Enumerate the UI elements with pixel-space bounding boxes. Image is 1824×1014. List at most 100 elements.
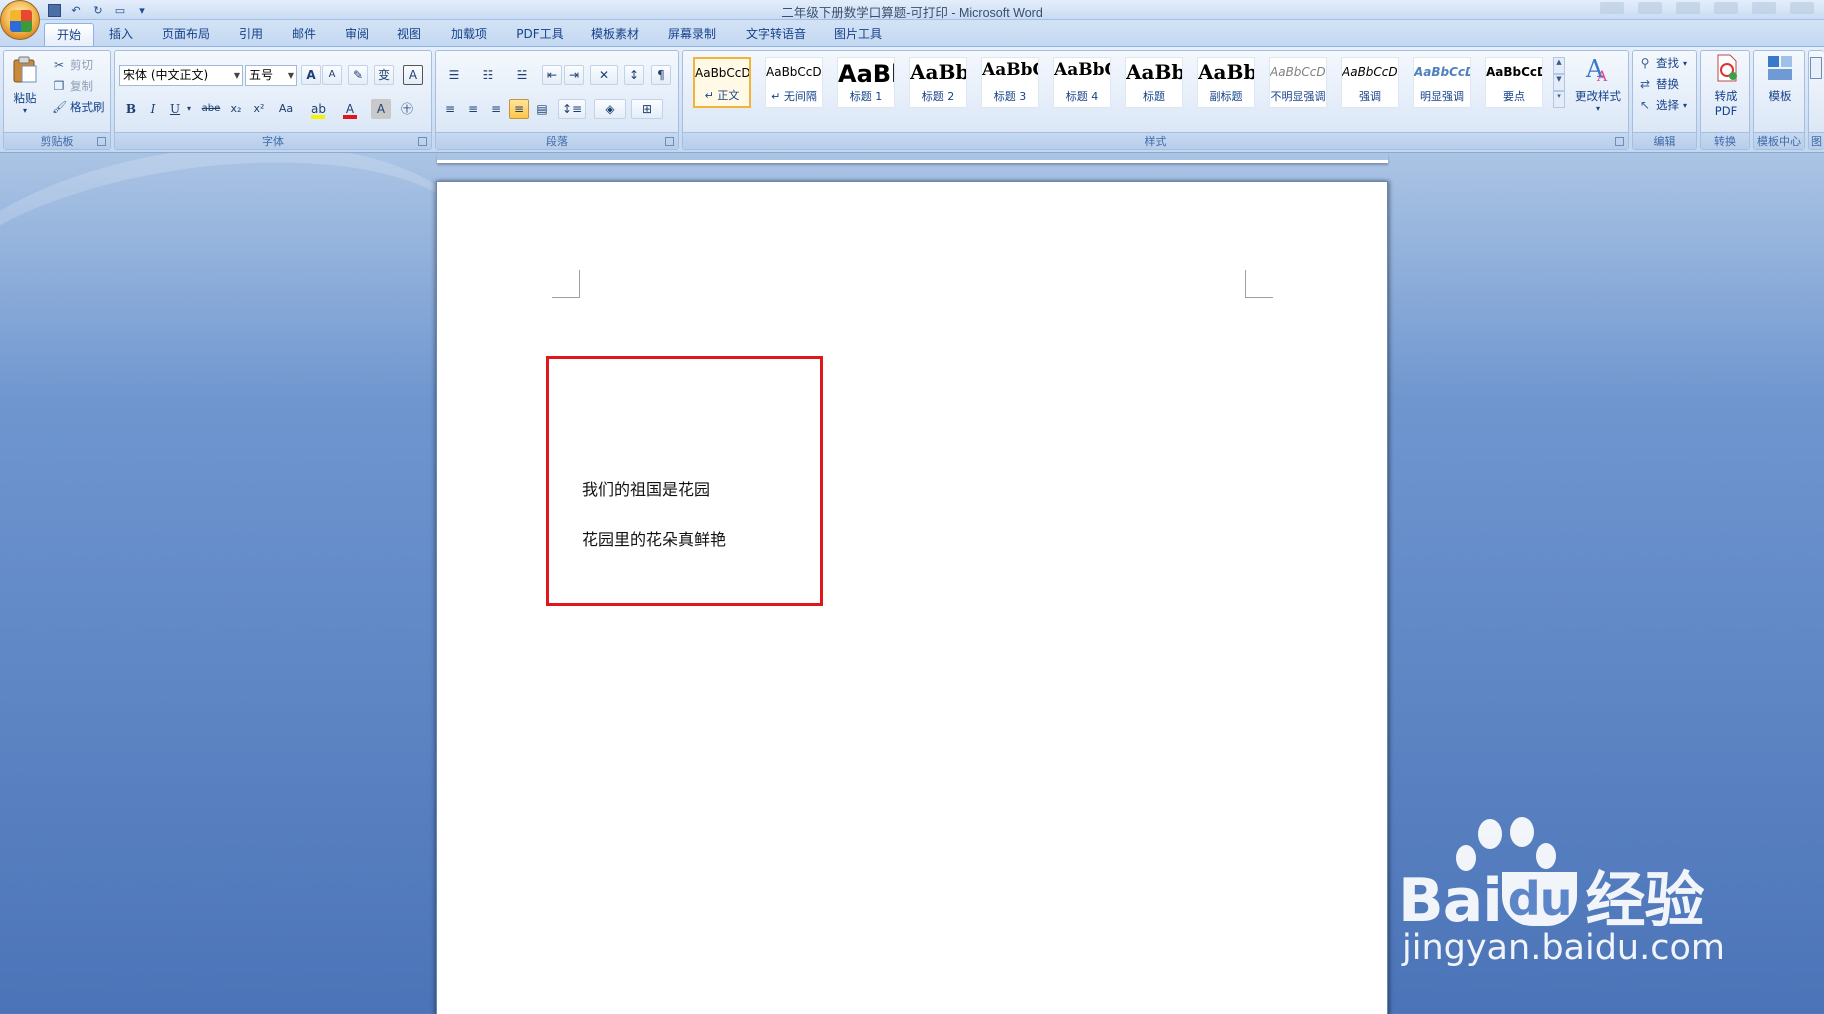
show-marks-button[interactable]: ¶ xyxy=(651,65,671,85)
chevron-down-icon[interactable]: ▾ xyxy=(1683,101,1687,110)
style-tile[interactable]: AaBbCc 标题 3 xyxy=(981,57,1039,108)
change-styles-button[interactable]: A A 更改样式 ▾ xyxy=(1569,53,1627,113)
document-line[interactable]: 我们的祖国是花园 xyxy=(582,476,710,500)
style-tile[interactable]: AaBbC 标题 2 xyxy=(909,57,967,108)
template-button[interactable]: 模板 xyxy=(1758,53,1802,104)
line-spacing-button[interactable]: ↕≡ xyxy=(558,99,586,119)
style-tile[interactable]: AaBbCcDd 明显强调 xyxy=(1413,57,1471,108)
replace-button[interactable]: ⇄ 替换 xyxy=(1638,76,1679,92)
gallery-up-icon[interactable]: ▲ xyxy=(1553,57,1565,74)
paste-dropdown-icon[interactable]: ▾ xyxy=(8,106,42,115)
ribbon-option-icon[interactable] xyxy=(1638,2,1662,14)
justify-button[interactable]: ≡ xyxy=(509,99,529,119)
style-tile[interactable]: AaBb 标题 1 xyxy=(837,57,895,108)
char-border-button[interactable]: A xyxy=(403,65,423,85)
align-left-button[interactable]: ≡ xyxy=(440,99,460,119)
maximize-icon[interactable] xyxy=(1790,2,1814,14)
phonetic-guide-button[interactable]: 变 xyxy=(374,65,394,85)
strikethrough-button[interactable]: abe xyxy=(199,99,223,119)
tab-review[interactable]: 审阅 xyxy=(336,23,378,45)
tab-text-to-speech[interactable]: 文字转语音 xyxy=(736,23,816,45)
copy-button[interactable]: ❐ 复制 xyxy=(52,78,93,94)
style-tile[interactable]: AaBbCcDd 要点 xyxy=(1485,57,1543,108)
font-size-combo[interactable]: 五号 ▼ xyxy=(245,65,297,86)
text-box[interactable]: 我们的祖国是花园 花园里的花朵真鲜艳 xyxy=(546,356,823,606)
style-tile[interactable]: AaBbC 标题 4 xyxy=(1053,57,1111,108)
underline-dropdown-icon[interactable]: ▾ xyxy=(183,99,195,119)
style-sample: AaBbCc xyxy=(982,60,1038,80)
minimize-icon[interactable] xyxy=(1752,2,1776,14)
convert-group-label: 转换 xyxy=(1701,132,1749,149)
chevron-down-icon[interactable]: ▼ xyxy=(288,66,294,85)
format-painter-button[interactable]: 🖌 格式刷 xyxy=(52,99,105,115)
tab-picture-tools[interactable]: 图片工具 xyxy=(826,23,890,45)
char-shading-button[interactable]: A xyxy=(371,99,391,119)
tab-page-layout[interactable]: 页面布局 xyxy=(154,23,218,45)
numbering-button[interactable]: ☷ xyxy=(474,65,502,85)
tab-references[interactable]: 引用 xyxy=(230,23,272,45)
ribbon-option-icon[interactable] xyxy=(1600,2,1624,14)
highlight-button[interactable]: ab xyxy=(305,99,331,119)
chinese-layout-button[interactable]: ✕ xyxy=(590,65,618,85)
tab-insert[interactable]: 插入 xyxy=(100,23,142,45)
bullets-button[interactable]: ☰ xyxy=(440,65,468,85)
style-tile[interactable]: AaBbCcDd 强调 xyxy=(1341,57,1399,108)
font-name-combo[interactable]: 宋体 (中文正文) ▼ xyxy=(119,65,243,86)
find-button[interactable]: ⚲ 查找 ▾ xyxy=(1638,55,1687,71)
multilevel-list-button[interactable]: ☱ xyxy=(508,65,536,85)
underline-button[interactable]: U xyxy=(165,99,185,119)
grow-font-button[interactable]: A xyxy=(301,65,321,85)
italic-button[interactable]: I xyxy=(143,99,163,119)
gallery-more-icon[interactable]: ▾ xyxy=(1553,91,1565,108)
subscript-button[interactable]: x₂ xyxy=(226,99,246,119)
increase-indent-button[interactable]: ⇥ xyxy=(564,65,584,85)
style-tile[interactable]: AaBbC 副标题 xyxy=(1197,57,1255,108)
align-center-button[interactable]: ≡ xyxy=(463,99,483,119)
sort-button[interactable]: ↕ xyxy=(624,65,644,85)
convert-to-pdf-button[interactable]: 转成 PDF xyxy=(1705,53,1747,118)
styles-group: AaBbCcDd ↵ 正文 AaBbCcDd ↵ 无间隔 AaBb 标题 1 AaBbC 标题… xyxy=(682,50,1629,150)
bold-button[interactable]: B xyxy=(121,99,141,119)
tab-template-material[interactable]: 模板素材 xyxy=(584,23,646,45)
gallery-down-icon[interactable]: ▼ xyxy=(1553,74,1565,91)
change-case-button[interactable]: Aa xyxy=(273,99,299,119)
decrease-indent-button[interactable]: ⇤ xyxy=(542,65,562,85)
style-name: 强调 xyxy=(1359,90,1381,103)
superscript-button[interactable]: x² xyxy=(249,99,269,119)
styles-launcher-icon[interactable] xyxy=(1615,137,1624,146)
align-right-button[interactable]: ≡ xyxy=(486,99,506,119)
document-line[interactable]: 花园里的花朵真鲜艳 xyxy=(582,526,726,550)
shading-button[interactable]: ◈ xyxy=(594,99,626,119)
enclose-char-button[interactable]: ㊉ xyxy=(397,99,417,119)
cut-button[interactable]: ✂ 剪切 xyxy=(52,57,93,73)
clipboard-group-label: 剪贴板 xyxy=(4,132,110,149)
truncated-group-icon[interactable] xyxy=(1810,57,1822,79)
ribbon-option-icon[interactable] xyxy=(1676,2,1700,14)
ribbon-option-icon[interactable] xyxy=(1714,2,1738,14)
paste-button[interactable]: 粘贴 ▾ xyxy=(8,55,42,115)
tab-mailings[interactable]: 邮件 xyxy=(283,23,325,45)
shrink-font-button[interactable]: A xyxy=(322,65,342,85)
chevron-down-icon[interactable]: ▾ xyxy=(1683,59,1687,68)
paragraph-launcher-icon[interactable] xyxy=(665,137,674,146)
distributed-button[interactable]: ▤ xyxy=(532,99,552,119)
font-color-button[interactable]: A xyxy=(337,99,363,119)
clipboard-launcher-icon[interactable] xyxy=(97,137,106,146)
clear-format-button[interactable]: ✎ xyxy=(348,65,368,85)
style-tile[interactable]: AaBbC 标题 xyxy=(1125,57,1183,108)
tab-view[interactable]: 视图 xyxy=(388,23,430,45)
style-tile[interactable]: AaBbCcDd ↵ 正文 xyxy=(693,57,751,108)
chevron-down-icon[interactable]: ▼ xyxy=(234,66,240,85)
tab-home[interactable]: 开始 xyxy=(44,23,94,47)
tab-screen-record[interactable]: 屏幕录制 xyxy=(660,23,724,45)
document-page[interactable]: 我们的祖国是花园 花园里的花朵真鲜艳 xyxy=(436,181,1388,1014)
office-button[interactable] xyxy=(0,0,40,40)
select-button[interactable]: ↖ 选择 ▾ xyxy=(1638,97,1687,113)
tab-pdf-tools[interactable]: PDF工具 xyxy=(510,23,570,45)
chevron-down-icon[interactable]: ▾ xyxy=(1569,104,1627,113)
style-tile[interactable]: AaBbCcDd 不明显强调 xyxy=(1269,57,1327,108)
style-tile[interactable]: AaBbCcDd ↵ 无间隔 xyxy=(765,57,823,108)
borders-button[interactable]: ⊞ xyxy=(631,99,663,119)
font-launcher-icon[interactable] xyxy=(418,137,427,146)
tab-addins[interactable]: 加载项 xyxy=(443,23,495,45)
